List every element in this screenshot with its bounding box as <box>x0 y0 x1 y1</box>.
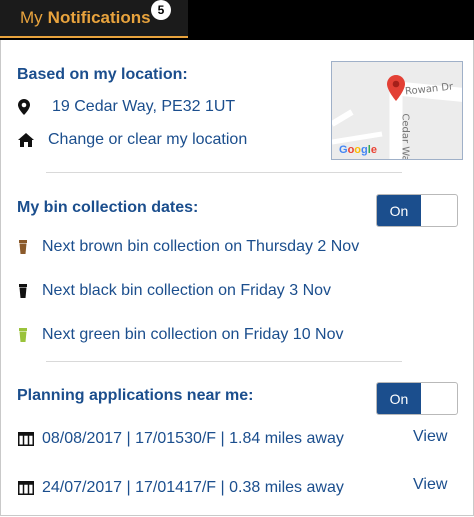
divider <box>46 172 402 173</box>
map-marker-icon <box>387 75 405 106</box>
bin-collection-heading: My bin collection dates: <box>17 199 199 216</box>
google-logo: Google <box>339 144 377 156</box>
planning-item-text: 24/07/2017 | 17/01417/F | 0.38 miles awa… <box>42 479 344 496</box>
planning-heading: Planning applications near me: <box>17 387 254 404</box>
location-heading: Based on my location: <box>17 66 188 83</box>
change-location-link[interactable]: Change or clear my location <box>18 131 247 149</box>
planning-item[interactable]: 24/07/2017 | 17/01417/F | 0.38 miles awa… <box>18 479 344 497</box>
calendar-icon <box>18 481 42 495</box>
bin-collection-toggle[interactable]: On <box>376 194 458 227</box>
view-planning-link[interactable]: View <box>413 476 447 494</box>
change-location-text: Change or clear my location <box>48 131 248 148</box>
bin-item-green-text: Next green bin collection on Friday 10 N… <box>42 326 344 343</box>
black-bin-icon <box>18 284 42 298</box>
planning-toggle[interactable]: On <box>376 382 458 415</box>
map-road-label-2: Cedar Wa <box>399 113 411 160</box>
bin-item-brown: Next brown bin collection on Thursday 2 … <box>18 238 359 256</box>
bin-toggle-on-label: On <box>377 195 421 226</box>
green-bin-icon <box>18 328 42 342</box>
bin-item-black: Next black bin collection on Friday 3 No… <box>18 282 331 300</box>
top-bar: My Notifications 5 <box>0 0 474 40</box>
address-text: 19 Cedar Way, PE32 1UT <box>52 98 236 115</box>
divider <box>46 361 402 362</box>
bin-item-brown-text: Next brown bin collection on Thursday 2 … <box>42 238 360 255</box>
calendar-icon <box>18 432 42 446</box>
brown-bin-icon <box>18 240 42 254</box>
home-icon <box>18 133 42 147</box>
map-pin-icon <box>18 99 42 115</box>
location-map[interactable]: Rowan Dr Cedar Wa Google <box>331 61 463 160</box>
bin-item-green: Next green bin collection on Friday 10 N… <box>18 326 344 344</box>
tab-label-prefix: My <box>20 8 43 27</box>
planning-item-text: 08/08/2017 | 17/01530/F | 1.84 miles awa… <box>42 430 344 447</box>
notification-count-badge: 5 <box>151 0 171 20</box>
planning-toggle-on-label: On <box>377 383 421 414</box>
bin-item-black-text: Next black bin collection on Friday 3 No… <box>42 282 332 299</box>
view-planning-link[interactable]: View <box>413 428 447 446</box>
address-row: 19 Cedar Way, PE32 1UT <box>18 98 235 116</box>
planning-item[interactable]: 08/08/2017 | 17/01530/F | 1.84 miles awa… <box>18 430 344 448</box>
tab-label-strong: Notifications <box>47 8 151 27</box>
